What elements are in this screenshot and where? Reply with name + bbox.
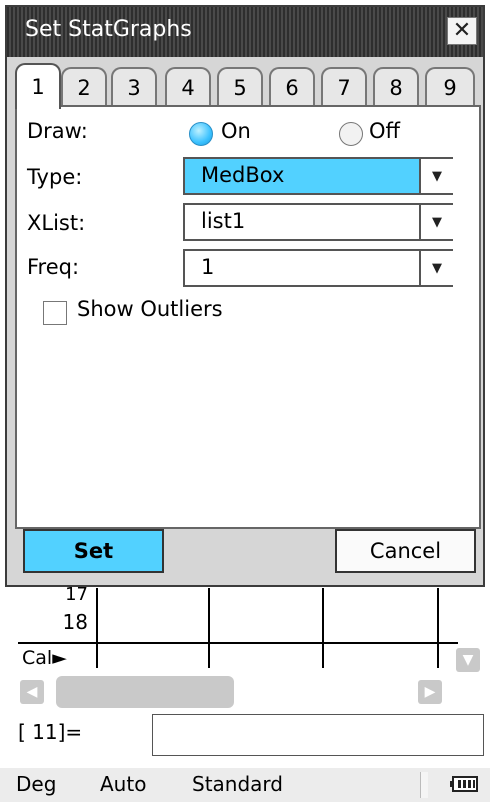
tab-7[interactable]: 7: [321, 67, 367, 107]
tab-5[interactable]: 5: [217, 67, 263, 107]
tab-1[interactable]: 1: [15, 63, 61, 109]
angle-mode[interactable]: Deg: [16, 772, 56, 796]
set-button[interactable]: Set: [23, 529, 164, 573]
xlist-value: list1: [201, 209, 246, 233]
scroll-down-button[interactable]: ▼: [456, 648, 480, 672]
battery-icon: [450, 776, 478, 792]
draw-off-label: Off: [369, 119, 400, 143]
cell-reference: [ 11]=: [18, 720, 83, 744]
type-label: Type:: [27, 165, 83, 189]
divider: [420, 772, 428, 798]
row-label-18: 18: [62, 610, 88, 634]
grid-line: [322, 588, 324, 668]
freq-value: 1: [201, 255, 215, 279]
dialog-titlebar: Set StatGraphs ✕: [7, 7, 483, 57]
close-icon: ✕: [452, 18, 472, 43]
triangle-left-icon: ◀: [26, 684, 38, 700]
grid-line: [437, 588, 439, 668]
type-dropdown[interactable]: MedBox ▼: [183, 157, 453, 195]
status-bar: Deg Auto Standard: [0, 768, 490, 802]
freq-dropdown[interactable]: 1 ▼: [183, 249, 453, 287]
cancel-button[interactable]: Cancel: [335, 529, 476, 573]
tab-2[interactable]: 2: [61, 67, 107, 107]
tab-4[interactable]: 4: [165, 67, 211, 107]
set-statgraphs-dialog: Set StatGraphs ✕ 1 2 3 4 5 6 7 8 9 Draw:…: [5, 5, 485, 587]
scroll-left-button[interactable]: ◀: [20, 680, 44, 704]
chevron-down-icon: ▼: [421, 205, 453, 239]
close-button[interactable]: ✕: [447, 17, 477, 45]
tab-3[interactable]: 3: [111, 67, 157, 107]
show-outliers-label: Show Outliers: [77, 297, 223, 321]
tab-6[interactable]: 6: [269, 67, 315, 107]
grid-line: [208, 588, 210, 668]
grid-line: [18, 642, 458, 644]
cell-entry-input[interactable]: [152, 714, 484, 756]
triangle-right-icon: ▶: [424, 684, 436, 700]
type-value: MedBox: [201, 163, 285, 187]
number-format[interactable]: Standard: [192, 772, 283, 796]
draw-on-label: On: [221, 119, 251, 143]
draw-on-radio[interactable]: [189, 122, 213, 146]
chevron-down-icon: ▼: [421, 251, 453, 285]
dialog-title: Set StatGraphs: [25, 17, 192, 42]
settings-panel: Draw: On Off Type: MedBox ▼ XList: list1…: [15, 105, 481, 529]
grid-line: [96, 588, 98, 668]
tab-strip: 1 2 3 4 5 6 7 8 9: [15, 63, 481, 109]
xlist-dropdown[interactable]: list1 ▼: [183, 203, 453, 241]
tab-9[interactable]: 9: [425, 67, 475, 107]
show-outliers-checkbox[interactable]: [43, 301, 67, 325]
calc-mode[interactable]: Auto: [100, 772, 146, 796]
triangle-down-icon: ▼: [462, 652, 474, 668]
xlist-label: XList:: [27, 211, 86, 235]
draw-label: Draw:: [27, 119, 88, 143]
draw-off-radio[interactable]: [339, 122, 363, 146]
tab-8[interactable]: 8: [373, 67, 419, 107]
row-label-17: 17: [65, 584, 88, 605]
freq-label: Freq:: [27, 255, 80, 279]
scroll-right-button[interactable]: ▶: [418, 680, 442, 704]
horizontal-scrollbar-thumb[interactable]: [56, 676, 234, 708]
chevron-down-icon: ▼: [421, 159, 453, 193]
calc-row-label[interactable]: Cal►: [22, 647, 67, 669]
